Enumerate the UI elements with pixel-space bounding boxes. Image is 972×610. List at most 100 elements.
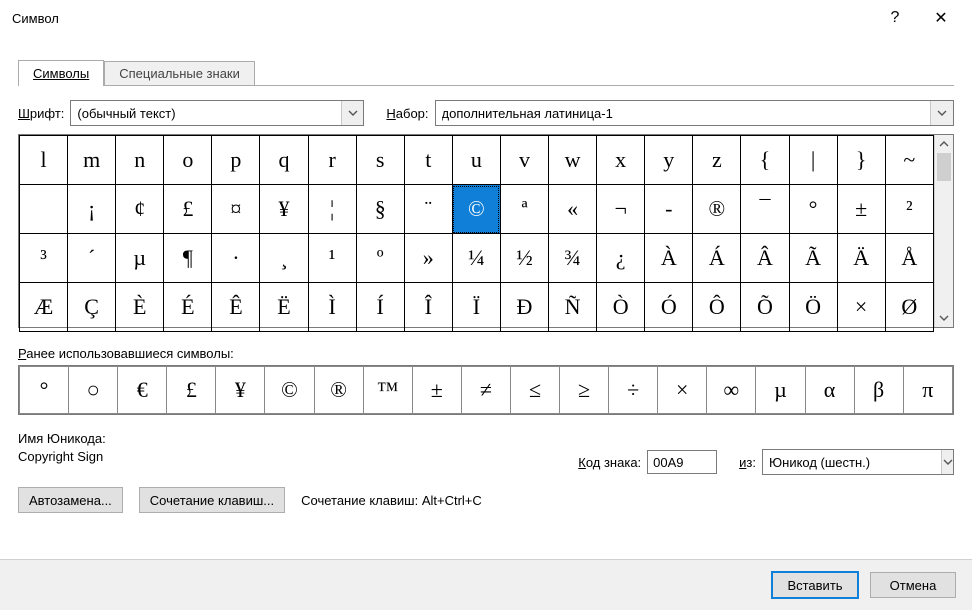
symbol-cell[interactable]: º (356, 234, 404, 283)
symbol-cell[interactable]: Â (741, 234, 789, 283)
recent-symbol-cell[interactable]: ° (20, 367, 69, 414)
symbol-cell[interactable]: - (645, 185, 693, 234)
symbol-cell[interactable]: ¿ (597, 234, 645, 283)
symbol-cell[interactable]: o (164, 136, 212, 185)
symbol-cell[interactable]: ¤ (212, 185, 260, 234)
symbol-cell[interactable]: ¹ (308, 234, 356, 283)
symbol-cell[interactable]: x (597, 136, 645, 185)
symbol-cell[interactable]: ¨ (404, 185, 452, 234)
symbol-cell[interactable]: m (68, 136, 116, 185)
symbol-cell[interactable]: Ö (789, 283, 837, 332)
cancel-button[interactable]: Отмена (870, 572, 956, 598)
symbol-cell[interactable]: ¥ (260, 185, 308, 234)
symbol-cell[interactable]: È (116, 283, 164, 332)
symbol-cell[interactable]: q (260, 136, 308, 185)
recent-symbol-cell[interactable]: ≤ (510, 367, 559, 414)
recent-symbol-cell[interactable]: ± (412, 367, 461, 414)
symbol-cell[interactable]: Í (356, 283, 404, 332)
symbol-cell[interactable] (20, 185, 68, 234)
recent-symbol-cell[interactable]: £ (167, 367, 216, 414)
grid-scrollbar[interactable] (934, 135, 953, 327)
recent-symbol-cell[interactable]: ¥ (216, 367, 265, 414)
symbol-cell[interactable]: u (452, 136, 500, 185)
recent-symbol-cell[interactable]: ® (314, 367, 363, 414)
symbol-cell[interactable]: Ç (68, 283, 116, 332)
symbol-cell[interactable]: Ó (645, 283, 693, 332)
insert-button[interactable]: Вставить (772, 572, 858, 598)
symbol-cell[interactable]: | (789, 136, 837, 185)
close-button[interactable]: ✕ (918, 2, 964, 34)
autocorrect-button[interactable]: Автозамена... (18, 487, 123, 513)
symbol-cell[interactable]: £ (164, 185, 212, 234)
scroll-thumb[interactable] (937, 153, 951, 181)
symbol-cell[interactable]: z (693, 136, 741, 185)
symbol-cell[interactable]: ± (837, 185, 885, 234)
recent-symbol-cell[interactable]: × (658, 367, 707, 414)
symbol-cell[interactable]: p (212, 136, 260, 185)
symbol-cell[interactable]: Ê (212, 283, 260, 332)
recent-symbol-cell[interactable]: ∞ (707, 367, 756, 414)
shortcut-button[interactable]: Сочетание клавиш... (139, 487, 285, 513)
symbol-cell[interactable]: ¶ (164, 234, 212, 283)
symbol-cell[interactable]: n (116, 136, 164, 185)
scroll-down-button[interactable] (935, 309, 953, 327)
symbol-cell[interactable]: · (212, 234, 260, 283)
symbol-cell[interactable]: Đ (500, 283, 548, 332)
subset-dropdown-button[interactable] (930, 101, 953, 125)
help-button[interactable]: ? (872, 2, 918, 34)
symbol-cell[interactable]: ~ (885, 136, 933, 185)
symbol-cell[interactable]: ½ (500, 234, 548, 283)
symbol-cell[interactable]: l (20, 136, 68, 185)
symbol-cell[interactable]: ¬ (597, 185, 645, 234)
symbol-cell[interactable]: ² (885, 185, 933, 234)
symbol-cell[interactable]: v (500, 136, 548, 185)
symbol-cell[interactable]: Á (693, 234, 741, 283)
symbol-cell[interactable]: Ë (260, 283, 308, 332)
symbol-cell[interactable]: Ã (789, 234, 837, 283)
font-dropdown-button[interactable] (341, 101, 363, 125)
symbol-cell[interactable]: ª (500, 185, 548, 234)
symbol-cell[interactable]: Æ (20, 283, 68, 332)
symbol-cell[interactable]: r (308, 136, 356, 185)
subset-combo[interactable] (435, 100, 954, 126)
symbol-cell[interactable]: × (837, 283, 885, 332)
symbol-cell[interactable]: w (549, 136, 597, 185)
symbol-grid[interactable]: lmnopqrstuvwxyz{|}~ ¡¢£¤¥¦§¨©ª«¬-®¯°±²³´… (19, 135, 934, 327)
symbol-cell[interactable]: « (549, 185, 597, 234)
from-dropdown-button[interactable] (941, 450, 953, 474)
from-input[interactable] (763, 450, 941, 474)
recent-symbol-cell[interactable]: α (805, 367, 854, 414)
recent-symbol-cell[interactable]: ≠ (461, 367, 510, 414)
symbol-cell[interactable]: § (356, 185, 404, 234)
symbol-cell[interactable]: ³ (20, 234, 68, 283)
scroll-track[interactable] (935, 153, 953, 309)
font-input[interactable] (71, 101, 341, 125)
symbol-cell[interactable]: ® (693, 185, 741, 234)
symbol-cell[interactable]: { (741, 136, 789, 185)
symbol-cell[interactable]: Î (404, 283, 452, 332)
tab-special-chars[interactable]: Специальные знаки (104, 61, 255, 86)
symbol-cell[interactable]: Å (885, 234, 933, 283)
symbol-cell[interactable]: © (452, 185, 500, 234)
symbol-cell[interactable]: µ (116, 234, 164, 283)
symbol-cell[interactable]: ¢ (116, 185, 164, 234)
symbol-cell[interactable]: ¡ (68, 185, 116, 234)
recent-symbol-cell[interactable]: ≥ (560, 367, 609, 414)
symbol-cell[interactable]: } (837, 136, 885, 185)
recent-symbol-cell[interactable]: ™ (363, 367, 412, 414)
symbol-cell[interactable]: ¦ (308, 185, 356, 234)
scroll-up-button[interactable] (935, 135, 953, 153)
tab-symbols[interactable]: Символы (18, 60, 104, 86)
recent-symbol-cell[interactable]: π (903, 367, 952, 414)
font-combo[interactable] (70, 100, 364, 126)
subset-input[interactable] (436, 101, 930, 125)
symbol-cell[interactable]: ¸ (260, 234, 308, 283)
symbol-cell[interactable]: ´ (68, 234, 116, 283)
symbol-cell[interactable]: Ï (452, 283, 500, 332)
symbol-cell[interactable]: À (645, 234, 693, 283)
symbol-cell[interactable]: y (645, 136, 693, 185)
symbol-cell[interactable]: Ø (885, 283, 933, 332)
recent-symbol-cell[interactable]: ÷ (609, 367, 658, 414)
recent-symbol-cell[interactable]: µ (756, 367, 805, 414)
symbol-cell[interactable]: » (404, 234, 452, 283)
